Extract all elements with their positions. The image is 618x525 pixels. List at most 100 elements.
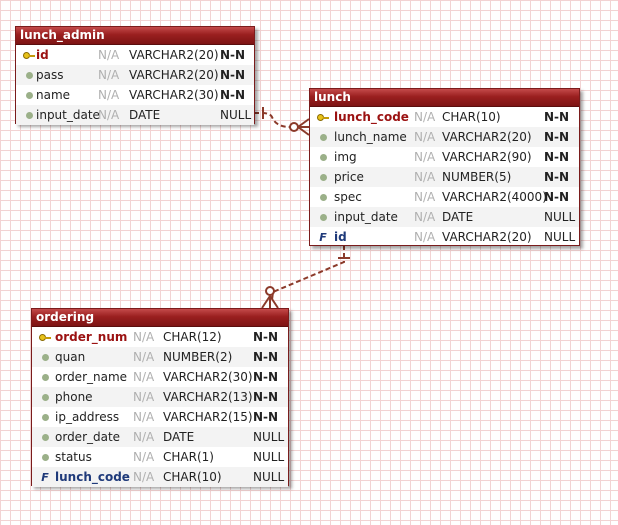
- column-dot-icon: [315, 207, 331, 227]
- column-row[interactable]: Flunch_code N/A CHAR(10) NULL: [32, 467, 288, 487]
- column-dot-icon: [37, 347, 53, 367]
- column-constraint: NULL: [544, 230, 576, 244]
- column-name: img: [334, 150, 357, 164]
- column-type: VARCHAR2(4000): [442, 190, 547, 204]
- column-name: ip_address: [55, 410, 120, 424]
- column-nullable: N/A: [133, 350, 155, 364]
- column-dot-icon: [37, 387, 53, 407]
- column-row[interactable]: order_num N/A CHAR(12) N-N: [32, 327, 288, 347]
- column-constraint: N-N: [220, 68, 246, 82]
- column-type: DATE: [129, 108, 161, 122]
- column-nullable: N/A: [414, 130, 436, 144]
- column-name: status: [55, 450, 92, 464]
- column-dot-icon: [21, 65, 37, 85]
- primary-key-icon: [21, 45, 37, 65]
- column-constraint: N-N: [544, 150, 570, 164]
- column-dot-icon: [315, 127, 331, 147]
- column-name: name: [36, 88, 71, 102]
- column-constraint: N-N: [544, 170, 570, 184]
- table-ordering[interactable]: ordering order_num N/A CHAR(12) N-N quan N/A N…: [31, 308, 289, 487]
- column-row[interactable]: price N/A NUMBER(5) N-N: [310, 167, 579, 187]
- column-nullable: N/A: [133, 430, 155, 444]
- column-constraint: N-N: [544, 190, 570, 204]
- primary-key-icon: [37, 327, 53, 347]
- column-type: CHAR(12): [163, 330, 222, 344]
- column-constraint: N-N: [220, 48, 246, 62]
- column-type: NUMBER(5): [442, 170, 512, 184]
- column-row[interactable]: order_date N/A DATE NULL: [32, 427, 288, 447]
- column-nullable: N/A: [414, 150, 436, 164]
- column-name: price: [334, 170, 364, 184]
- column-row[interactable]: phone N/A VARCHAR2(13) N-N: [32, 387, 288, 407]
- column-row[interactable]: pass N/A VARCHAR2(20) N-N: [16, 65, 254, 85]
- table-lunch[interactable]: lunch lunch_code N/A CHAR(10) N-N lunch_name…: [309, 88, 580, 246]
- column-type: DATE: [163, 430, 195, 444]
- column-name: lunch_name: [334, 130, 407, 144]
- column-nullable: N/A: [133, 450, 155, 464]
- column-name: pass: [36, 68, 64, 82]
- column-dot-icon: [21, 85, 37, 105]
- column-name: id: [36, 48, 49, 62]
- column-row[interactable]: status N/A CHAR(1) NULL: [32, 447, 288, 467]
- relationship-admin-lunch[interactable]: [254, 107, 310, 136]
- column-constraint: N-N: [253, 370, 279, 384]
- table-title[interactable]: lunch: [310, 89, 579, 107]
- relationship-lunch-ordering[interactable]: [261, 245, 350, 309]
- column-type: CHAR(10): [163, 470, 222, 484]
- column-list: id N/A VARCHAR2(20) N-N pass N/A VARCHAR2(20) N…: [16, 45, 254, 125]
- column-constraint: NULL: [220, 108, 252, 122]
- column-type: VARCHAR2(13): [163, 390, 253, 404]
- column-row[interactable]: lunch_code N/A CHAR(10) N-N: [310, 107, 579, 127]
- column-type: DATE: [442, 210, 474, 224]
- column-dot-icon: [37, 407, 53, 427]
- foreign-key-icon: F: [319, 231, 327, 244]
- column-row[interactable]: id N/A VARCHAR2(20) N-N: [16, 45, 254, 65]
- column-dot-icon: [37, 427, 53, 447]
- column-name: lunch_code: [55, 470, 130, 484]
- column-type: CHAR(1): [163, 450, 214, 464]
- column-row[interactable]: input_date N/A DATE NULL: [310, 207, 579, 227]
- column-name: input_date: [36, 108, 100, 122]
- column-row[interactable]: order_name N/A VARCHAR2(30) N-N: [32, 367, 288, 387]
- table-lunch-admin[interactable]: lunch_admin id N/A VARCHAR2(20) N-N pass N/A V…: [15, 26, 255, 125]
- column-row[interactable]: ip_address N/A VARCHAR2(15) N-N: [32, 407, 288, 427]
- column-row[interactable]: spec N/A VARCHAR2(4000) N-N: [310, 187, 579, 207]
- column-constraint: NULL: [253, 470, 285, 484]
- column-row[interactable]: input_date N/A DATE NULL: [16, 105, 254, 125]
- column-dot-icon: [21, 105, 37, 125]
- column-dot-icon: [37, 447, 53, 467]
- column-row[interactable]: img N/A VARCHAR2(90) N-N: [310, 147, 579, 167]
- column-row[interactable]: quan N/A NUMBER(2) N-N: [32, 347, 288, 367]
- table-title[interactable]: lunch_admin: [16, 27, 254, 45]
- column-nullable: N/A: [98, 48, 120, 62]
- column-row[interactable]: lunch_name N/A VARCHAR2(20) N-N: [310, 127, 579, 147]
- column-list: order_num N/A CHAR(12) N-N quan N/A NUMBER(2) N…: [32, 327, 288, 487]
- column-constraint: N-N: [253, 330, 279, 344]
- column-nullable: N/A: [133, 470, 155, 484]
- column-nullable: N/A: [98, 68, 120, 82]
- column-constraint: N-N: [253, 390, 279, 404]
- column-type: VARCHAR2(90): [442, 150, 532, 164]
- column-name: input_date: [334, 210, 398, 224]
- column-nullable: N/A: [133, 370, 155, 384]
- column-dot-icon: [315, 167, 331, 187]
- column-type: VARCHAR2(20): [442, 130, 532, 144]
- column-type: VARCHAR2(30): [163, 370, 253, 384]
- column-row[interactable]: Fid N/A VARCHAR2(20) NULL: [310, 227, 579, 247]
- column-constraint: NULL: [253, 450, 285, 464]
- column-name: id: [334, 230, 347, 244]
- column-name: order_date: [55, 430, 121, 444]
- column-list: lunch_code N/A CHAR(10) N-N lunch_name N/A VAR…: [310, 107, 579, 247]
- column-dot-icon: [315, 187, 331, 207]
- column-type: VARCHAR2(20): [442, 230, 532, 244]
- column-row[interactable]: name N/A VARCHAR2(30) N-N: [16, 85, 254, 105]
- column-constraint: NULL: [253, 430, 285, 444]
- column-nullable: N/A: [414, 190, 436, 204]
- column-constraint: N-N: [253, 350, 279, 364]
- column-constraint: N-N: [544, 130, 570, 144]
- column-nullable: N/A: [414, 170, 436, 184]
- column-name: quan: [55, 350, 86, 364]
- column-name: order_num: [55, 330, 128, 344]
- table-title[interactable]: ordering: [32, 309, 288, 327]
- column-type: VARCHAR2(20): [129, 48, 219, 62]
